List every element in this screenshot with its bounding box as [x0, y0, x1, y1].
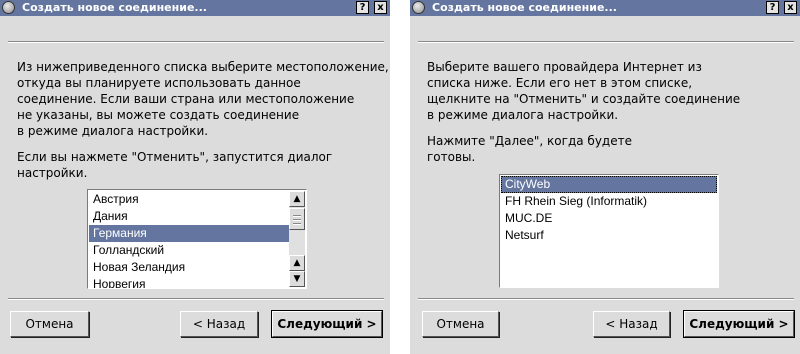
intro-text: Из нижеприведенного списка выберите мест… [17, 60, 389, 138]
window-title: Создать новое соединение... [22, 1, 207, 14]
scroll-thumb[interactable] [289, 208, 305, 230]
bottom-separator [418, 298, 794, 300]
scroll-up-arrow-icon[interactable]: ▲ [289, 255, 305, 271]
list-item[interactable]: Netsurf [501, 227, 717, 244]
close-button[interactable]: x [374, 1, 387, 14]
help-button[interactable]: ? [766, 1, 779, 14]
cancel-note-text: Если вы нажмете "Отменить", запустится д… [17, 150, 333, 180]
country-listbox[interactable]: Австрия Дания Германия Голландский Новая… [87, 189, 307, 289]
window-title: Создать новое соединение... [432, 1, 617, 14]
bottom-separator [8, 298, 384, 300]
next-button[interactable]: Следующий > [683, 310, 795, 338]
scrollbar[interactable]: ▲ ▲ ▼ [289, 191, 305, 287]
provider-dialog: Создать новое соединение... ? x Выберите… [410, 0, 800, 354]
list-item[interactable]: Дания [89, 208, 290, 225]
provider-listbox[interactable]: CityWeb FH Rhein Sieg (Informatik) MUC.D… [499, 174, 719, 288]
next-button[interactable]: Следующий > [271, 310, 383, 338]
list-item[interactable]: Австрия [89, 191, 290, 208]
back-button[interactable]: < Назад [180, 311, 258, 337]
list-item-selected[interactable]: Германия [89, 225, 290, 242]
list-item[interactable]: FH Rhein Sieg (Informatik) [501, 193, 717, 210]
title-bar[interactable]: Создать новое соединение... ? x [410, 0, 800, 16]
back-button[interactable]: < Назад [593, 311, 670, 337]
title-bar[interactable]: Создать новое соединение... ? x [0, 0, 390, 16]
intro-text: Выберите вашего провайдера Интернет из с… [427, 60, 741, 122]
list-item-selected[interactable]: CityWeb [501, 176, 717, 193]
scroll-up-arrow-icon[interactable]: ▲ [289, 191, 305, 207]
cancel-button[interactable]: Отмена [10, 311, 89, 337]
list-item[interactable]: Норвегия [89, 276, 290, 288]
next-note-text: Нажмите "Далее", когда будете готовы. [427, 134, 632, 164]
app-icon [2, 1, 15, 14]
scroll-down-arrow-icon[interactable]: ▼ [289, 271, 305, 287]
location-dialog: Создать новое соединение... ? x Из нижеп… [0, 0, 390, 354]
list-item[interactable]: Новая Зеландия [89, 259, 290, 276]
top-separator [418, 41, 794, 43]
list-item[interactable]: Голландский [89, 242, 290, 259]
top-separator [8, 41, 384, 43]
close-button[interactable]: x [784, 1, 797, 14]
app-icon [412, 1, 425, 14]
cancel-button[interactable]: Отмена [422, 311, 499, 337]
help-button[interactable]: ? [356, 1, 369, 14]
list-item[interactable]: MUC.DE [501, 210, 717, 227]
